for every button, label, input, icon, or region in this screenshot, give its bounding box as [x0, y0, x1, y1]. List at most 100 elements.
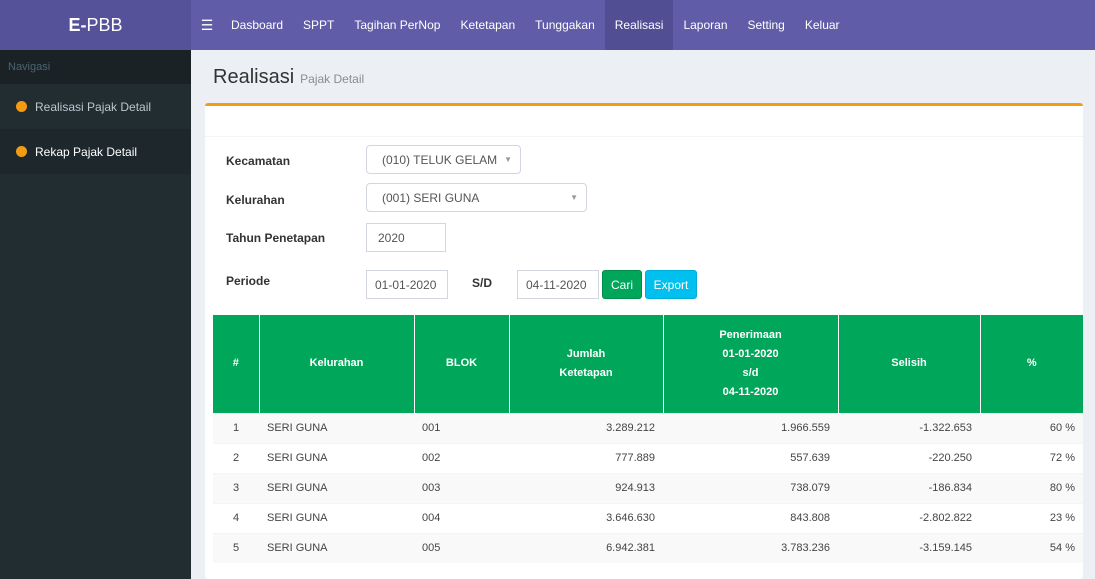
table-row: 2 SERI GUNA 002 777.889 557.639 -220.250…	[213, 442, 1083, 473]
header-text: Ketetapan	[559, 366, 613, 379]
cell-penerimaan: 843.808	[663, 502, 838, 533]
col-header-selisih[interactable]: Selisih	[837, 315, 980, 413]
main-menu: ☰ Dasboard SPPT Tagihan PerNop Ketetapan…	[191, 0, 850, 50]
col-header-blok[interactable]: BLOK	[413, 315, 509, 413]
col-header-jumlah-ketetapan[interactable]: Jumlah Ketetapan	[508, 315, 663, 413]
cell-blok: 005	[414, 532, 509, 563]
menu-item-tunggakan[interactable]: Tunggakan	[525, 0, 605, 50]
cell-selisih: -1.322.653	[838, 412, 980, 443]
brand-prefix: E-	[68, 14, 87, 35]
cell-penerimaan: 738.079	[663, 472, 838, 503]
realisasi-table: # Kelurahan BLOK Jumlah Ketetapan Peneri…	[213, 315, 1083, 563]
sd-label: S/D	[472, 276, 493, 290]
cell-ketetapan: 3.646.630	[509, 502, 663, 533]
box-divider	[205, 136, 1083, 137]
cell-ketetapan: 6.942.381	[509, 532, 663, 563]
page-title: Realisasi	[213, 66, 295, 88]
menu-item-ketetapan[interactable]: Ketetapan	[450, 0, 525, 50]
circle-icon	[16, 146, 27, 157]
col-header-kelurahan[interactable]: Kelurahan	[258, 315, 414, 413]
cell-no: 4	[213, 502, 259, 533]
header-text: Penerimaan	[719, 328, 782, 341]
sidebar-item-label: Rekap Pajak Detail	[35, 144, 138, 159]
kelurahan-value: (001) SERI GUNA	[382, 190, 480, 205]
menu-item-tagihan-pernop[interactable]: Tagihan PerNop	[344, 0, 450, 50]
sidebar: Navigasi Realisasi Pajak Detail Rekap Pa…	[0, 50, 191, 579]
periode-start-input[interactable]: 01-01-2020	[366, 270, 448, 299]
table-row: 3 SERI GUNA 003 924.913 738.079 -186.834…	[213, 472, 1083, 503]
cell-selisih: -220.250	[838, 442, 980, 473]
filter-box: Kecamatan (010) TELUK GELAM ▼ Kelurahan …	[205, 103, 1083, 579]
cell-selisih: -186.834	[838, 472, 980, 503]
cell-selisih: -3.159.145	[838, 532, 980, 563]
tahun-penetapan-input[interactable]: 2020	[366, 223, 446, 252]
cell-persen: 72 %	[980, 442, 1083, 473]
header-text: 01-01-2020	[722, 347, 779, 360]
header-text: Jumlah	[566, 347, 606, 360]
sidebar-item-realisasi-pajak-detail[interactable]: Realisasi Pajak Detail	[0, 84, 191, 129]
menu-item-sppt[interactable]: SPPT	[293, 0, 344, 50]
col-header-penerimaan[interactable]: Penerimaan 01-01-2020 s/d 04-11-2020	[662, 315, 838, 413]
cell-blok: 004	[414, 502, 509, 533]
cell-selisih: -2.802.822	[838, 502, 980, 533]
caret-down-icon: ▼	[504, 155, 512, 164]
cell-blok: 003	[414, 472, 509, 503]
kelurahan-label: Kelurahan	[226, 193, 285, 207]
cell-kelurahan: SERI GUNA	[259, 532, 414, 563]
cell-persen: 80 %	[980, 472, 1083, 503]
brand-logo[interactable]: E- PBB	[0, 0, 191, 50]
menu-item-setting[interactable]: Setting	[738, 0, 795, 50]
cell-penerimaan: 1.966.559	[663, 412, 838, 443]
hamburger-icon[interactable]: ☰	[193, 0, 221, 50]
table-row: 5 SERI GUNA 005 6.942.381 3.783.236 -3.1…	[213, 532, 1083, 563]
cell-no: 3	[213, 472, 259, 503]
cell-no: 2	[213, 442, 259, 473]
col-header-persen[interactable]: %	[979, 315, 1083, 413]
sidebar-item-label: Realisasi Pajak Detail	[35, 99, 152, 114]
cell-penerimaan: 557.639	[663, 442, 838, 473]
kecamatan-select[interactable]: (010) TELUK GELAM ▼	[366, 145, 521, 174]
tahun-penetapan-label: Tahun Penetapan	[226, 231, 326, 245]
menu-item-keluar[interactable]: Keluar	[795, 0, 850, 50]
cell-no: 5	[213, 532, 259, 563]
cell-persen: 60 %	[980, 412, 1083, 443]
kecamatan-label: Kecamatan	[226, 154, 291, 168]
menu-item-dasboard[interactable]: Dasboard	[221, 0, 293, 50]
table-row: 4 SERI GUNA 004 3.646.630 843.808 -2.802…	[213, 502, 1083, 533]
cell-kelurahan: SERI GUNA	[259, 472, 414, 503]
menu-item-laporan[interactable]: Laporan	[673, 0, 737, 50]
content-area: Realisasi Pajak Detail Kecamatan (010) T…	[191, 50, 1095, 579]
kelurahan-select[interactable]: (001) SERI GUNA ▼	[366, 183, 587, 212]
page-subtitle: Pajak Detail	[300, 72, 365, 86]
page-header: Realisasi Pajak Detail	[213, 66, 364, 89]
caret-down-icon: ▼	[570, 193, 578, 202]
col-header-no[interactable]: #	[213, 315, 259, 413]
sidebar-item-rekap-pajak-detail[interactable]: Rekap Pajak Detail	[0, 129, 191, 174]
cell-persen: 23 %	[980, 502, 1083, 533]
brand-name: PBB	[86, 14, 123, 35]
kecamatan-value: (010) TELUK GELAM	[382, 152, 498, 167]
top-navbar: E- PBB ☰ Dasboard SPPT Tagihan PerNop Ket…	[0, 0, 1095, 50]
header-text: 04-11-2020	[722, 385, 779, 398]
periode-end-input[interactable]: 04-11-2020	[517, 270, 599, 299]
cell-no: 1	[213, 412, 259, 443]
cell-blok: 002	[414, 442, 509, 473]
sidebar-header: Navigasi	[0, 50, 191, 84]
cell-kelurahan: SERI GUNA	[259, 502, 414, 533]
menu-item-realisasi[interactable]: Realisasi	[604, 0, 674, 50]
cell-blok: 001	[414, 412, 509, 443]
cari-button[interactable]: Cari	[602, 270, 642, 299]
table-header-row: # Kelurahan BLOK Jumlah Ketetapan Peneri…	[213, 315, 1083, 413]
cell-ketetapan: 3.289.212	[509, 412, 663, 443]
circle-icon	[16, 101, 27, 112]
cell-kelurahan: SERI GUNA	[259, 412, 414, 443]
periode-label: Periode	[226, 274, 271, 288]
cell-kelurahan: SERI GUNA	[259, 442, 414, 473]
cell-ketetapan: 924.913	[509, 472, 663, 503]
cell-ketetapan: 777.889	[509, 442, 663, 473]
header-text: s/d	[742, 366, 759, 379]
cell-penerimaan: 3.783.236	[663, 532, 838, 563]
cell-persen: 54 %	[980, 532, 1083, 563]
export-button[interactable]: Export	[645, 270, 697, 299]
table-row: 1 SERI GUNA 001 3.289.212 1.966.559 -1.3…	[213, 412, 1083, 443]
